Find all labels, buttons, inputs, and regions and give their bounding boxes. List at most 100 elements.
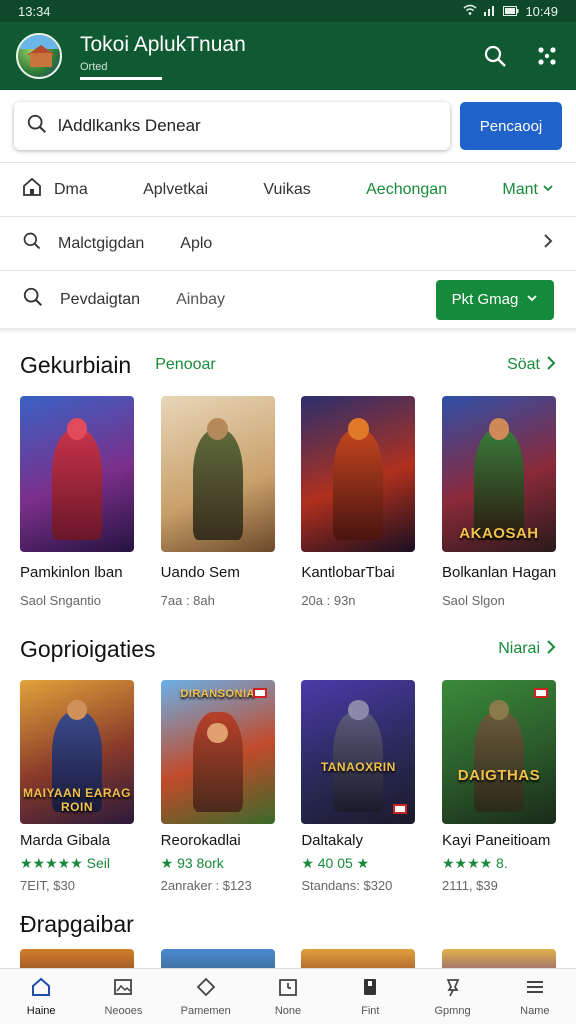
home-outline-icon bbox=[22, 177, 42, 202]
game-price: 2anraker : $123 bbox=[160, 878, 252, 893]
row2-label-1: Malctgigdan bbox=[58, 234, 145, 252]
thumbnail-label: AKAOSAH bbox=[459, 525, 539, 542]
game-card[interactable]: DAIGTHAS Kayi Paneitioam ★★★★ 8. 2111, $… bbox=[441, 680, 556, 893]
game-thumbnail bbox=[301, 396, 416, 552]
search-box[interactable] bbox=[14, 102, 450, 150]
section-popular: Goprioigaties Niarai MAIYAAN EARAG ROIN … bbox=[0, 618, 576, 893]
app-bar: Tokoi AplukTnuan Orted bbox=[0, 22, 576, 90]
app-title: Tokoi AplukTnuan bbox=[80, 32, 246, 56]
game-rating: ★★★★ 8. bbox=[441, 855, 508, 871]
status-bar: 13:34 10:49 bbox=[0, 0, 576, 22]
search-row: Pencaooj bbox=[0, 90, 576, 162]
nav-item-none[interactable]: None bbox=[253, 976, 323, 1017]
chevron-right-icon bbox=[546, 639, 556, 660]
game-card[interactable]: Pamkinlon lban Saol Sngantio bbox=[20, 396, 134, 608]
status-time-left: 13:34 bbox=[18, 3, 51, 19]
image-icon bbox=[112, 976, 134, 1001]
game-title: Uando Sem bbox=[160, 564, 240, 581]
game-title: Kayi Paneitioam bbox=[441, 832, 551, 849]
filter-home[interactable]: Dma bbox=[22, 177, 88, 202]
game-card[interactable]: TANAOXRIN Daltakaly ★ 40 05 ★ Standans: … bbox=[301, 680, 416, 893]
menu-icon bbox=[524, 976, 546, 1001]
nav-item-menu[interactable]: Name bbox=[500, 976, 570, 1017]
game-subtitle: 20a : 93n bbox=[301, 593, 356, 608]
row3-label-1[interactable]: Pevdaigtan bbox=[60, 291, 140, 309]
chevron-down-icon bbox=[542, 181, 554, 199]
filter-chip-3[interactable]: Vuikas bbox=[263, 181, 310, 199]
search-input[interactable] bbox=[58, 116, 438, 136]
game-thumbnail: DAIGTHAS bbox=[441, 680, 556, 824]
signal-icon bbox=[483, 4, 497, 19]
search-small-icon bbox=[22, 231, 42, 256]
game-rating: ★ 93 8ork bbox=[160, 855, 224, 871]
nav-item-home[interactable]: Haine bbox=[6, 976, 76, 1017]
search-small-icon-2 bbox=[22, 286, 44, 313]
game-rating: ★ 40 05 ★ bbox=[301, 855, 370, 871]
filter-label-1: Dma bbox=[54, 180, 88, 198]
game-price: Standans: $320 bbox=[301, 878, 393, 893]
game-price: 7EIT, $30 bbox=[20, 878, 75, 893]
nav-item-premium[interactable]: Pamemen bbox=[171, 976, 241, 1017]
game-card[interactable]: Uando Sem 7aa : 8ah bbox=[160, 396, 275, 608]
game-card[interactable]: AKAOSAH Bolkanlan Hagan Saol Slgon bbox=[441, 396, 556, 608]
filter-chip-2[interactable]: Aplvetkai bbox=[143, 181, 208, 199]
search-field-icon bbox=[26, 113, 48, 140]
app-logo bbox=[16, 33, 62, 79]
search-button[interactable]: Pencaooj bbox=[460, 102, 562, 150]
search-icon[interactable] bbox=[482, 43, 508, 69]
filter-more-label: Mant bbox=[502, 180, 538, 198]
chevron-right-icon bbox=[542, 233, 554, 254]
filter-chip-4[interactable]: Aechongan bbox=[366, 181, 447, 199]
row3-label-2[interactable]: Ainbay bbox=[176, 291, 420, 309]
thumbnail-label: TANAOXRIN bbox=[320, 760, 396, 774]
game-title: Pamkinlon lban bbox=[20, 564, 123, 581]
filter-dropdown-button[interactable]: Pkt Gmag bbox=[436, 279, 554, 320]
wifi-icon bbox=[463, 4, 477, 19]
section-title: Goprioigaties bbox=[20, 635, 156, 662]
see-all-link[interactable]: Niarai bbox=[498, 639, 556, 660]
badge-icon bbox=[252, 688, 267, 698]
game-card[interactable]: MAIYAAN EARAG ROIN Marda Gibala ★★★★★ Se… bbox=[20, 680, 134, 893]
game-thumbnail: AKAOSAH bbox=[441, 396, 556, 552]
game-card[interactable]: DIRANSONIA Reorokadlai ★ 93 8ork 2anrake… bbox=[160, 680, 275, 893]
see-all-link[interactable]: Söat bbox=[507, 355, 556, 376]
grid-menu-icon[interactable] bbox=[534, 43, 560, 69]
badge-icon bbox=[533, 688, 548, 698]
game-card[interactable]: KantlobarTbai 20a : 93n bbox=[301, 396, 416, 608]
pin-icon bbox=[442, 976, 464, 1001]
bottom-navigation: Haine Neooes Pamemen None Fint Gpmng Nam… bbox=[0, 968, 576, 1024]
chevron-right-icon bbox=[546, 355, 556, 376]
calendar-icon bbox=[277, 976, 299, 1001]
thumbnail-label: MAIYAAN EARAG ROIN bbox=[22, 786, 132, 814]
game-subtitle: Saol Slgon bbox=[441, 593, 505, 608]
game-title: Marda Gibala bbox=[20, 832, 111, 849]
game-title: Bolkanlan Hagan bbox=[441, 564, 556, 581]
status-time-right: 10:49 bbox=[525, 3, 558, 19]
section-title: Đrapgaibar bbox=[20, 910, 134, 937]
game-thumbnail bbox=[160, 396, 275, 552]
filter-row-categories: Dma Aplvetkai Vuikas Aechongan Mant bbox=[0, 162, 576, 216]
game-subtitle: 7aa : 8ah bbox=[160, 593, 215, 608]
app-subtitle-tab[interactable]: Orted bbox=[80, 61, 162, 80]
game-rating: ★★★★★ Seil bbox=[20, 855, 110, 871]
section-tag[interactable]: Penooar bbox=[155, 356, 507, 374]
nav-item-gaming[interactable]: Gpmng bbox=[418, 976, 488, 1017]
game-title: Reorokadlai bbox=[160, 832, 241, 849]
section-featured: Gekurbiain Penooar Söat Pamkinlon lban S… bbox=[0, 334, 576, 608]
nav-item-news[interactable]: Neooes bbox=[88, 976, 158, 1017]
section-title: Gekurbiain bbox=[20, 351, 132, 378]
game-subtitle: Saol Sngantio bbox=[20, 593, 101, 608]
row2-label-2: Aplo bbox=[180, 234, 213, 252]
badge-icon bbox=[393, 804, 408, 814]
filter-row-search-3: Pevdaigtan Ainbay Pkt Gmag bbox=[0, 270, 576, 328]
game-thumbnail: TANAOXRIN bbox=[301, 680, 416, 824]
filter-row-search-2[interactable]: Malctgigdan Aplo bbox=[0, 216, 576, 270]
nav-item-fint[interactable]: Fint bbox=[335, 976, 405, 1017]
bookmark-icon bbox=[359, 976, 381, 1001]
diamond-icon bbox=[195, 976, 217, 1001]
game-title: KantlobarTbai bbox=[301, 564, 395, 581]
filter-more[interactable]: Mant bbox=[502, 181, 554, 199]
game-thumbnail: DIRANSONIA bbox=[160, 680, 275, 824]
game-title: Daltakaly bbox=[301, 832, 364, 849]
game-thumbnail: MAIYAAN EARAG ROIN bbox=[20, 680, 134, 824]
